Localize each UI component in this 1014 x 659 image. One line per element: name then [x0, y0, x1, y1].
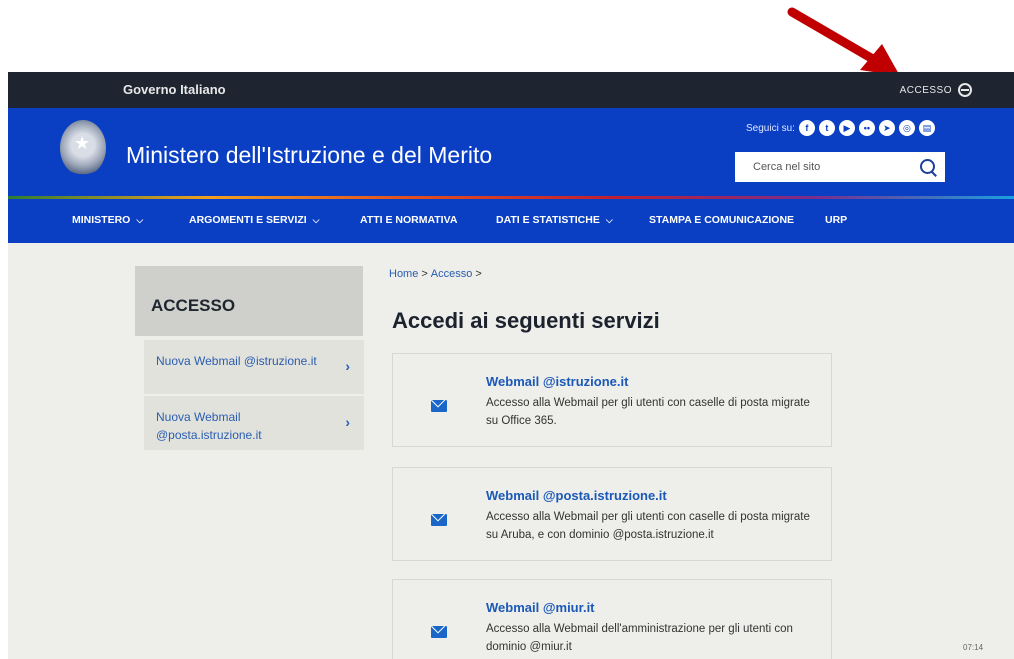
service-title[interactable]: Webmail @posta.istruzione.it	[486, 488, 667, 503]
chevron-right-icon: ›	[345, 414, 350, 430]
nav-label: ATTI E NORMATIVA	[360, 214, 458, 226]
nav-item-urp[interactable]: URP	[825, 214, 847, 226]
mail-icon	[431, 514, 447, 526]
youtube-icon[interactable]: ▶	[838, 120, 855, 136]
nav-item-atti-e-normativa[interactable]: ATTI E NORMATIVA	[360, 214, 457, 226]
service-title[interactable]: Webmail @miur.it	[486, 600, 595, 615]
service-description: Accesso alla Webmail dell'amministrazion…	[486, 623, 793, 653]
nav-item-dati-e-statistiche[interactable]: DATI E STATISTICHE ⌵	[496, 214, 613, 226]
sidebar-item-label: Nuova Webmail @posta.istruzione.it	[156, 410, 262, 442]
instagram-icon[interactable]: ◎	[898, 120, 915, 136]
search-input[interactable]	[735, 152, 905, 182]
nav-label: STAMPA E COMUNICAZIONE	[649, 214, 795, 226]
breadcrumb: Home > Accesso >	[389, 268, 485, 280]
chevron-down-icon: ⌵	[312, 215, 320, 225]
nav-item-ministero[interactable]: MINISTERO ⌵	[72, 214, 143, 226]
nav-label: MINISTERO	[72, 214, 131, 226]
mail-icon	[431, 400, 447, 412]
governo-italiano-link[interactable]: Governo Italiano	[123, 82, 226, 97]
follow-label: Seguici su:	[746, 122, 795, 134]
chevron-down-icon: ⌵	[136, 215, 144, 225]
breadcrumb-separator: >	[421, 268, 428, 280]
service-title[interactable]: Webmail @istruzione.it	[486, 374, 628, 389]
nav-label: ARGOMENTI E SERVIZI	[189, 214, 307, 226]
republic-emblem-icon[interactable]	[60, 120, 106, 176]
user-icon	[958, 83, 972, 97]
mail-icon	[431, 626, 447, 638]
sidebar-header: ACCESSO	[135, 266, 363, 336]
page-title: Accedi ai seguenti servizi	[392, 308, 660, 333]
twitter-icon[interactable]: t	[818, 120, 835, 136]
nav-item-stampa-e-comunicazione[interactable]: STAMPA E COMUNICAZIONE	[649, 214, 794, 226]
social-follow: Seguici su: f t ▶ •• ➤ ◎ ▤	[746, 120, 935, 136]
site-title[interactable]: Ministero dell'Istruzione e del Merito	[126, 142, 492, 169]
search-icon[interactable]	[920, 159, 935, 174]
telegram-icon[interactable]: ➤	[878, 120, 895, 136]
sidebar-item-webmail-istruzione[interactable]: Nuova Webmail @istruzione.it ›	[144, 340, 364, 394]
nav-label: URP	[825, 214, 848, 226]
nav-label: DATI E STATISTICHE	[496, 214, 600, 226]
accesso-label: ACCESSO	[899, 84, 952, 96]
service-card-webmail-istruzione[interactable]: Webmail @istruzione.it Accesso alla Webm…	[392, 353, 832, 447]
rss-icon[interactable]: ▤	[918, 120, 935, 136]
taskbar-clock: 07:14	[963, 643, 984, 652]
breadcrumb-separator: >	[475, 268, 482, 280]
service-description: Accesso alla Webmail per gli utenti con …	[486, 397, 810, 427]
breadcrumb-home-link[interactable]: Home	[389, 268, 418, 280]
flickr-icon[interactable]: ••	[858, 120, 875, 136]
sidebar-item-label: Nuova Webmail @istruzione.it	[156, 354, 317, 368]
governo-topbar: Governo Italiano ACCESSO	[8, 72, 1014, 108]
service-card-webmail-miur[interactable]: Webmail @miur.it Accesso alla Webmail de…	[392, 579, 832, 659]
sidebar-title: ACCESSO	[151, 296, 236, 315]
facebook-icon[interactable]: f	[798, 120, 815, 136]
service-card-webmail-posta-istruzione[interactable]: Webmail @posta.istruzione.it Accesso all…	[392, 467, 832, 561]
nav-item-argomenti-e-servizi[interactable]: ARGOMENTI E SERVIZI ⌵	[189, 214, 319, 226]
service-description: Accesso alla Webmail per gli utenti con …	[486, 511, 810, 541]
breadcrumb-current[interactable]: Accesso	[431, 268, 473, 280]
browser-page: Governo Italiano ACCESSO Ministero dell'…	[8, 72, 1014, 659]
main-nav: MINISTERO ⌵ ARGOMENTI E SERVIZI ⌵ ATTI E N…	[8, 199, 1014, 243]
chevron-right-icon: ›	[345, 358, 350, 374]
accesso-login-link[interactable]: ACCESSO	[900, 83, 972, 97]
sidebar-item-webmail-posta-istruzione[interactable]: Nuova Webmail @posta.istruzione.it ›	[144, 396, 364, 450]
site-header: Ministero dell'Istruzione e del Merito S…	[8, 108, 1014, 196]
chevron-down-icon: ⌵	[605, 215, 613, 225]
site-search	[735, 152, 945, 182]
